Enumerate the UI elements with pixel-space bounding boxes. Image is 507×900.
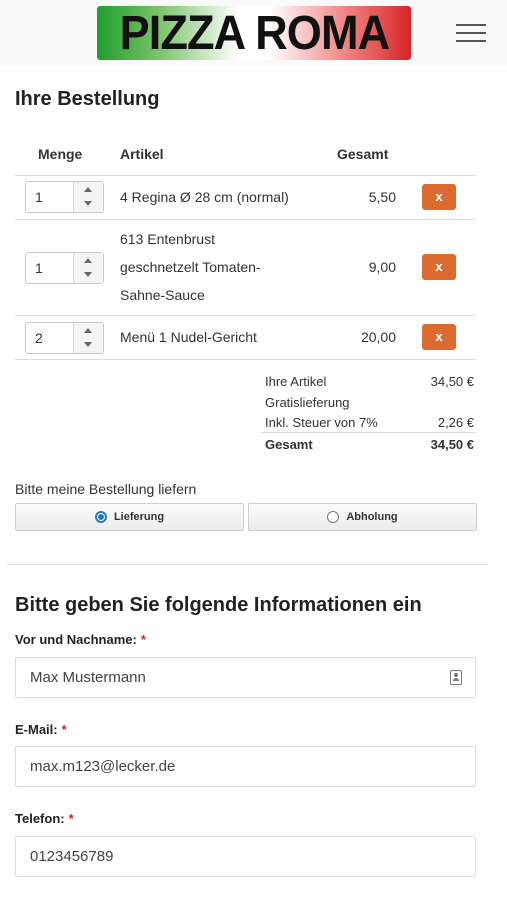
order-item-name: 613 Entenbrust geschnetzelt Tomaten- Sah… — [120, 231, 261, 303]
name-label: Vor und Nachname: * — [15, 632, 146, 647]
summary-total-label: Gesamt — [265, 437, 313, 452]
divider — [15, 219, 476, 220]
remove-item-button[interactable]: x — [422, 184, 456, 210]
hamburger-menu-icon[interactable] — [456, 22, 486, 44]
remove-item-button[interactable]: x — [422, 324, 456, 350]
section-divider — [7, 564, 487, 565]
divider — [261, 432, 476, 433]
email-field[interactable]: max.m123@lecker.de — [15, 746, 476, 787]
required-marker: * — [61, 722, 67, 737]
option-abholung[interactable]: Abholung — [248, 503, 477, 531]
chevron-down-icon[interactable] — [84, 201, 92, 206]
divider — [15, 315, 476, 316]
quantity-value[interactable]: 2 — [35, 330, 43, 346]
remove-item-button[interactable]: x — [422, 254, 456, 280]
phone-field-value[interactable]: 0123456789 — [30, 848, 113, 865]
email-label: E-Mail: * — [15, 722, 67, 737]
chevron-down-icon[interactable] — [84, 272, 92, 277]
column-total: Gesamt — [337, 146, 389, 162]
logo-text: PIZZA ROMA — [119, 6, 390, 60]
option-lieferung[interactable]: Lieferung — [15, 503, 244, 531]
order-title: Ihre Bestellung — [15, 88, 160, 110]
stepper-arrows[interactable] — [73, 182, 103, 212]
order-item-name: 4 Regina Ø 28 cm (normal) — [120, 189, 289, 205]
app-header: PIZZA ROMA — [0, 0, 507, 66]
quantity-stepper[interactable]: 2 — [25, 322, 104, 354]
chevron-up-icon[interactable] — [84, 187, 92, 192]
option-label: Lieferung — [113, 511, 165, 523]
divider — [15, 175, 476, 176]
required-marker: * — [68, 811, 74, 826]
order-item-price: 9,00 — [368, 259, 396, 275]
summary-items-value: 34,50 € — [430, 374, 474, 389]
name-field-value[interactable]: Max Mustermann — [30, 669, 146, 686]
order-item-price: 5,50 — [368, 189, 396, 205]
radio-selected-icon[interactable] — [94, 511, 107, 523]
summary-tax-label: Inkl. Steuer von 7% — [265, 415, 378, 430]
divider — [15, 359, 476, 360]
quantity-stepper[interactable]: 1 — [25, 252, 104, 284]
required-marker: * — [140, 632, 146, 647]
option-label: Abholung — [346, 511, 398, 523]
phone-field[interactable]: 0123456789 — [15, 836, 476, 877]
radio-unselected-icon[interactable] — [327, 511, 340, 523]
summary-items-label: Ihre Artikel — [265, 374, 327, 389]
pizza-roma-logo[interactable]: PIZZA ROMA — [97, 6, 411, 60]
summary-total-value: 34,50 € — [430, 437, 474, 452]
info-title: Bitte geben Sie folgende Informationen e… — [15, 594, 422, 616]
stepper-arrows[interactable] — [73, 323, 103, 353]
quantity-value[interactable]: 1 — [35, 189, 43, 205]
delivery-label: Bitte meine Bestellung liefern — [15, 481, 197, 497]
stepper-arrows[interactable] — [73, 253, 103, 283]
quantity-value[interactable]: 1 — [35, 260, 43, 276]
quantity-stepper[interactable]: 1 — [25, 181, 104, 213]
chevron-up-icon[interactable] — [84, 328, 92, 333]
order-item-price: 20,00 — [360, 329, 396, 345]
column-qty: Menge — [38, 146, 83, 162]
chevron-up-icon[interactable] — [84, 258, 92, 263]
chevron-down-icon[interactable] — [84, 342, 92, 347]
phone-label: Telefon: * — [15, 811, 74, 826]
order-item-name: Menü 1 Nudel-Gericht — [120, 329, 257, 345]
email-field-value[interactable]: max.m123@lecker.de — [30, 758, 175, 775]
summary-tax-value: 2,26 € — [437, 415, 474, 430]
contact-card-icon[interactable] — [450, 670, 462, 685]
name-field[interactable]: Max Mustermann — [15, 657, 476, 698]
column-item: Artikel — [120, 146, 164, 162]
summary-free-delivery: Gratislieferung — [265, 395, 350, 410]
